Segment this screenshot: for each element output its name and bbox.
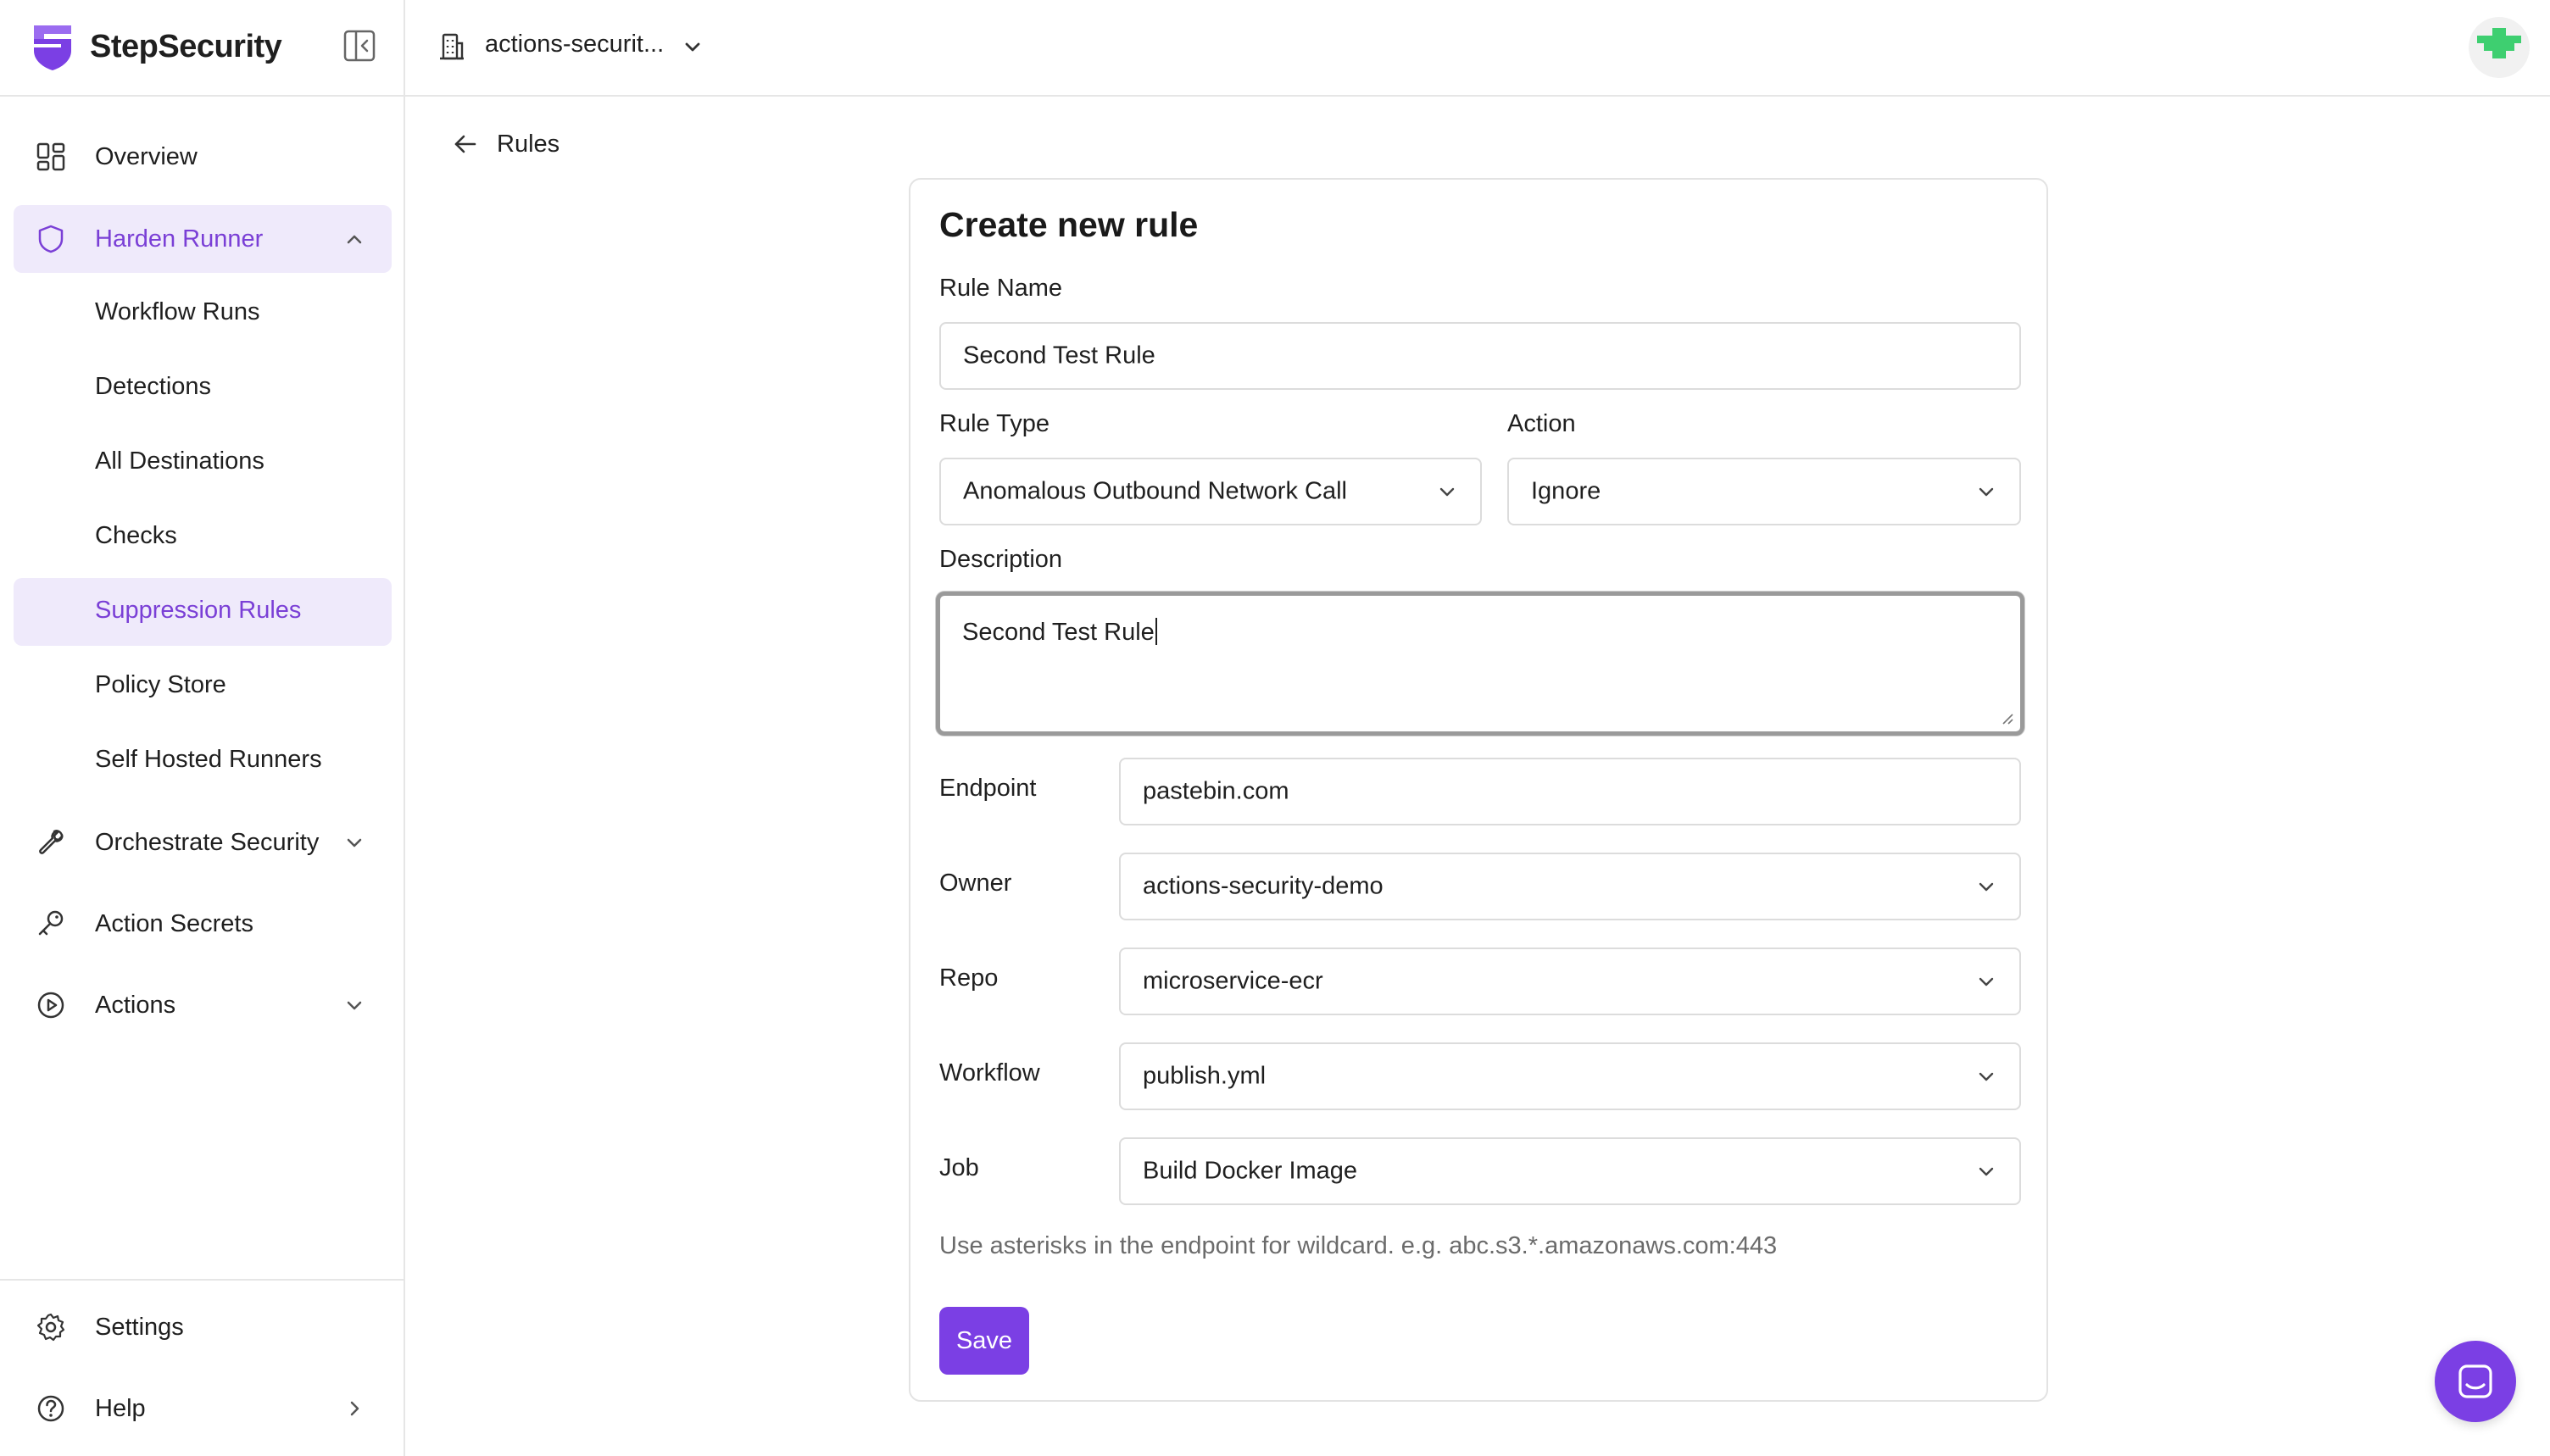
sidebar-item-label: Suppression Rules (95, 597, 302, 624)
text-caret (1155, 618, 1157, 645)
wildcard-hint: Use asterisks in the endpoint for wildca… (939, 1232, 1778, 1259)
shield-icon (38, 225, 64, 253)
sidebar-divider (0, 1279, 405, 1281)
workflow-value: publish.yml (1143, 1062, 1267, 1090)
sidebar-item-label: Actions (95, 991, 176, 1019)
play-circle-icon (37, 992, 64, 1019)
repo-label: Repo (939, 964, 999, 992)
sidebar-item-self-hosted-runners[interactable]: Self Hosted Runners (14, 727, 392, 795)
chevron-down-icon (1979, 977, 1994, 986)
chevron-up-icon (347, 235, 362, 244)
sidebar-item-action-secrets[interactable]: Action Secrets (14, 890, 392, 958)
sidebar-item-settings[interactable]: Settings (14, 1293, 392, 1361)
grid-icon (36, 142, 65, 171)
create-rule-card: Create new rule Rule Name Second Test Ru… (909, 178, 2048, 1402)
brand-logo[interactable]: StepSecurity (31, 22, 282, 71)
chevron-down-icon (347, 838, 362, 847)
collapse-sidebar-icon[interactable] (342, 29, 376, 63)
owner-value: actions-security-demo (1143, 872, 1384, 900)
top-bar: actions-securit... (405, 0, 2550, 97)
repo-select[interactable]: microservice-ecr (1119, 948, 2021, 1015)
chevron-down-icon (1979, 882, 1994, 892)
sidebar-item-label: Workflow Runs (95, 298, 260, 325)
sidebar-item-actions[interactable]: Actions (14, 971, 392, 1039)
back-label: Rules (497, 130, 560, 158)
chevron-down-icon (1979, 487, 1994, 497)
job-value: Build Docker Image (1143, 1157, 1358, 1185)
workflow-select[interactable]: publish.yml (1119, 1042, 2021, 1110)
page-title: Create new rule (939, 205, 1199, 244)
action-select[interactable]: Ignore (1507, 458, 2021, 525)
sidebar-item-label: Orchestrate Security (95, 828, 320, 856)
endpoint-input[interactable]: pastebin.com (1119, 758, 2021, 825)
chevron-down-icon (1979, 1167, 1994, 1176)
description-value: Second Test Rule (962, 618, 1157, 647)
rule-name-label: Rule Name (939, 275, 1063, 302)
description-textarea[interactable]: Second Test Rule (936, 592, 2024, 736)
sidebar-item-label: Policy Store (95, 671, 226, 698)
sidebar-item-label: Self Hosted Runners (95, 746, 322, 773)
sidebar-item-label: Detections (95, 373, 212, 400)
help-circle-icon (37, 1395, 64, 1422)
owner-select[interactable]: actions-security-demo (1119, 853, 2021, 920)
sidebar: StepSecurity Overview Harden Runner Work… (0, 0, 405, 1456)
sidebar-divider (0, 95, 405, 97)
sidebar-item-label: Harden Runner (95, 225, 264, 253)
rule-type-value: Anomalous Outbound Network Call (963, 477, 1347, 505)
rule-name-input[interactable]: Second Test Rule (939, 322, 2021, 390)
sidebar-item-detections[interactable]: Detections (14, 354, 392, 422)
sidebar-item-help[interactable]: Help (14, 1375, 392, 1442)
sidebar-item-checks[interactable]: Checks (14, 503, 392, 571)
description-label: Description (939, 546, 1063, 573)
brand-name: StepSecurity (90, 28, 282, 64)
repo-value: microservice-ecr (1143, 967, 1323, 995)
description-text: Second Test Rule (962, 619, 1155, 646)
action-value: Ignore (1531, 477, 1601, 505)
owner-label: Owner (939, 870, 1012, 897)
building-icon (440, 33, 464, 60)
gear-icon (36, 1313, 65, 1342)
sidebar-item-label: Settings (95, 1313, 184, 1341)
chevron-down-icon (347, 1001, 362, 1010)
save-button[interactable]: Save (939, 1307, 1029, 1375)
chevron-right-icon (350, 1401, 359, 1416)
sidebar-item-label: Action Secrets (95, 909, 253, 937)
avatar[interactable] (2469, 17, 2530, 78)
job-label: Job (939, 1154, 979, 1181)
sidebar-item-harden-runner[interactable]: Harden Runner (14, 205, 392, 273)
sidebar-item-label: Checks (95, 522, 177, 549)
sidebar-item-suppression-rules[interactable]: Suppression Rules (14, 578, 392, 646)
sidebar-item-workflow-runs[interactable]: Workflow Runs (14, 280, 392, 347)
back-to-rules-link[interactable]: Rules (451, 127, 560, 161)
chevron-down-icon (1439, 487, 1455, 497)
action-label: Action (1507, 410, 1576, 437)
stepsecurity-logo-icon (34, 25, 71, 70)
resize-handle-icon[interactable] (2000, 711, 2013, 725)
arrow-left-icon (454, 135, 476, 153)
sidebar-item-label: All Destinations (95, 447, 264, 475)
sidebar-item-overview[interactable]: Overview (14, 123, 392, 191)
user-avatar-icon (2477, 28, 2521, 58)
job-select[interactable]: Build Docker Image (1119, 1137, 2021, 1205)
sidebar-item-all-destinations[interactable]: All Destinations (14, 429, 392, 497)
sidebar-item-label: Overview (95, 142, 198, 170)
endpoint-label: Endpoint (939, 775, 1037, 802)
support-chat-button[interactable] (2435, 1341, 2516, 1422)
chevron-down-icon (1979, 1072, 1994, 1081)
org-selector[interactable]: actions-securit... (485, 31, 664, 58)
wrench-icon (39, 830, 64, 854)
workflow-label: Workflow (939, 1059, 1040, 1086)
chat-icon (2458, 1364, 2492, 1398)
sidebar-item-orchestrate-security[interactable]: Orchestrate Security (14, 809, 392, 876)
endpoint-value: pastebin.com (1143, 777, 1289, 805)
chevron-down-icon[interactable] (682, 36, 704, 58)
sidebar-item-policy-store[interactable]: Policy Store (14, 653, 392, 720)
rule-type-select[interactable]: Anomalous Outbound Network Call (939, 458, 1482, 525)
key-icon (38, 910, 64, 936)
rule-type-label: Rule Type (939, 410, 1050, 437)
sidebar-item-label: Help (95, 1394, 146, 1422)
rule-name-value: Second Test Rule (963, 342, 1155, 370)
